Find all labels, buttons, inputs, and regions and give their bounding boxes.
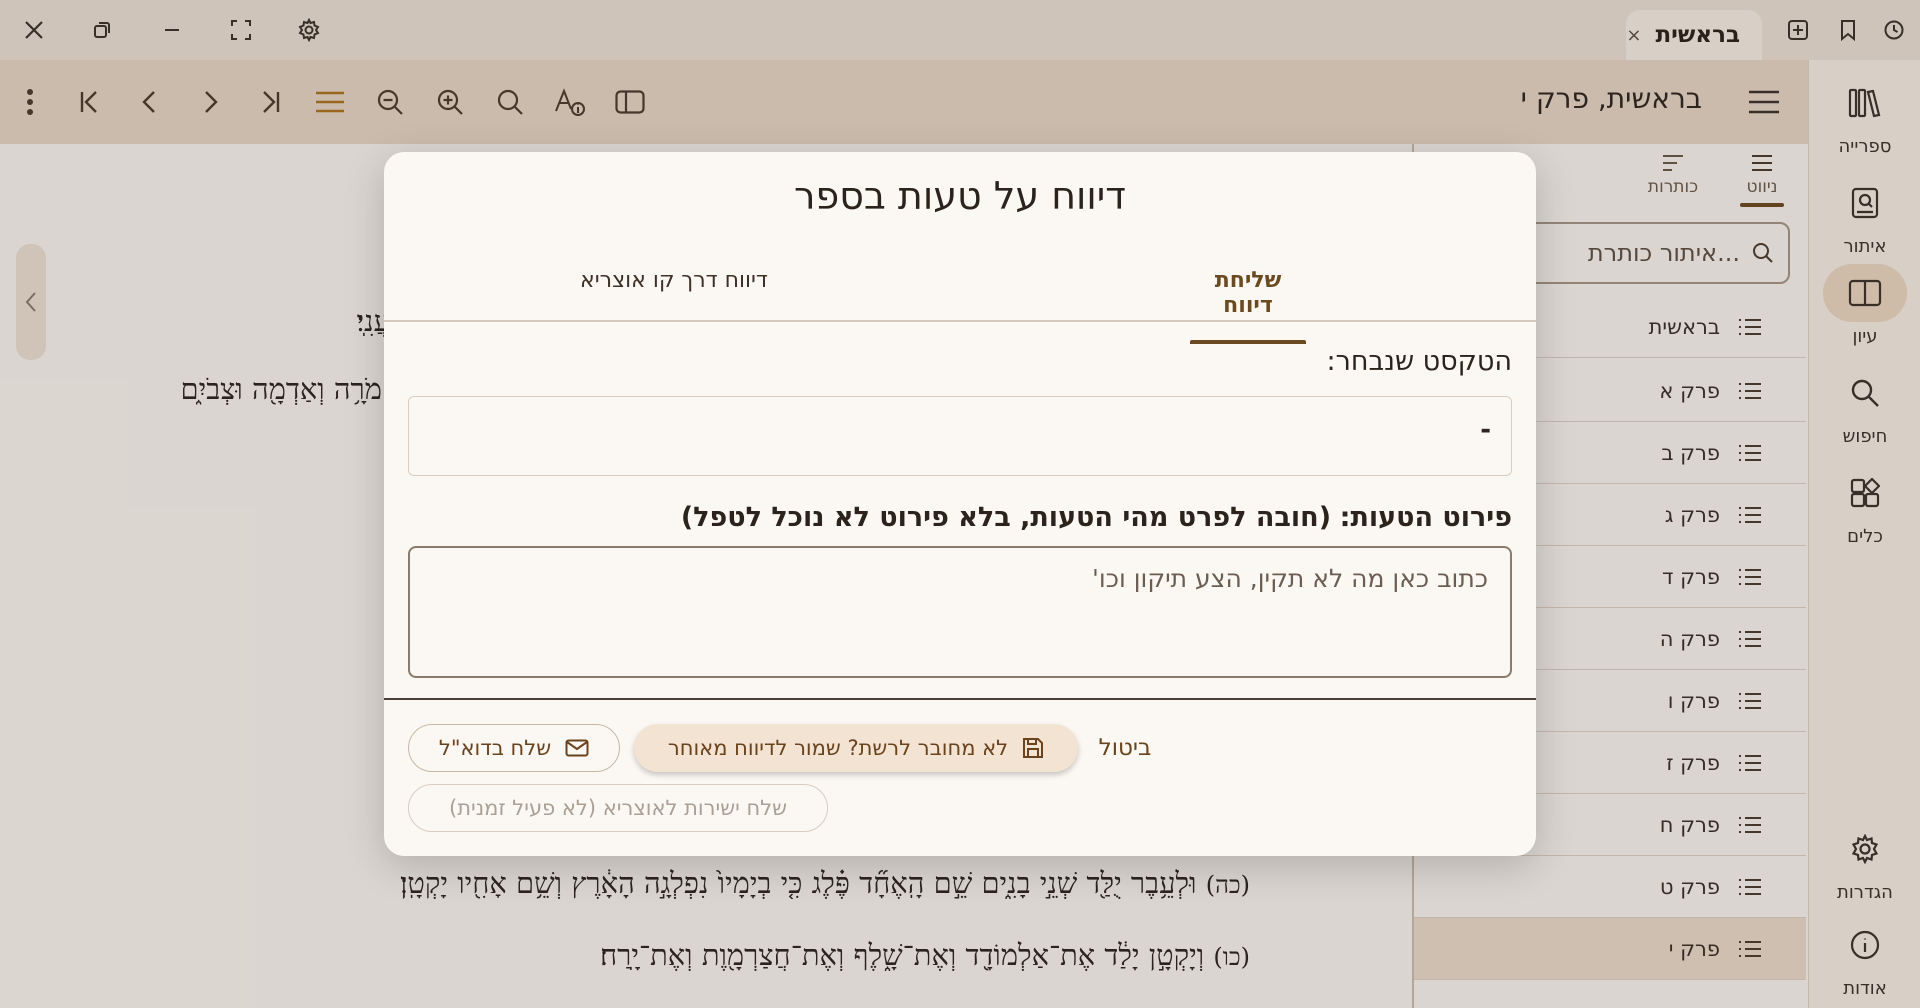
- send-direct-button: שלח ישירות לאוצריא (לא פעיל זמנית): [408, 784, 828, 832]
- selected-text-label: הטקסט שנבחר:: [1326, 346, 1512, 377]
- dialog-divider: [384, 698, 1536, 700]
- tab-send-report[interactable]: שליחת דיווח: [1190, 268, 1306, 344]
- send-email-button[interactable]: שלח בדוא"ל: [408, 724, 620, 772]
- tab-report-via-phone[interactable]: דיווח דרך קו אוצריא: [579, 268, 769, 293]
- dialog-tab-bar: שליחת דיווח דיווח דרך קו אוצריא: [384, 254, 1536, 344]
- save-icon: [1023, 738, 1044, 758]
- error-details-label: פירוט הטעות: (חובה לפרט מהי הטעות, בלא פ…: [680, 502, 1512, 533]
- error-details-textarea[interactable]: כתוב כאן מה לא תקין, הצע תיקון וכו': [408, 546, 1512, 678]
- active-tab-indicator: [1190, 340, 1306, 344]
- dialog-title: דיווח על טעות בספר: [794, 174, 1126, 218]
- cancel-button[interactable]: ביטול: [1090, 724, 1160, 772]
- report-error-dialog: דיווח על טעות בספר שליחת דיווח דיווח דרך…: [384, 152, 1536, 856]
- mail-icon: [565, 739, 589, 757]
- selected-text-field: -: [408, 396, 1512, 476]
- save-for-later-button[interactable]: לא מחובר לרשת? שמור לדיווח מאוחר: [634, 724, 1078, 772]
